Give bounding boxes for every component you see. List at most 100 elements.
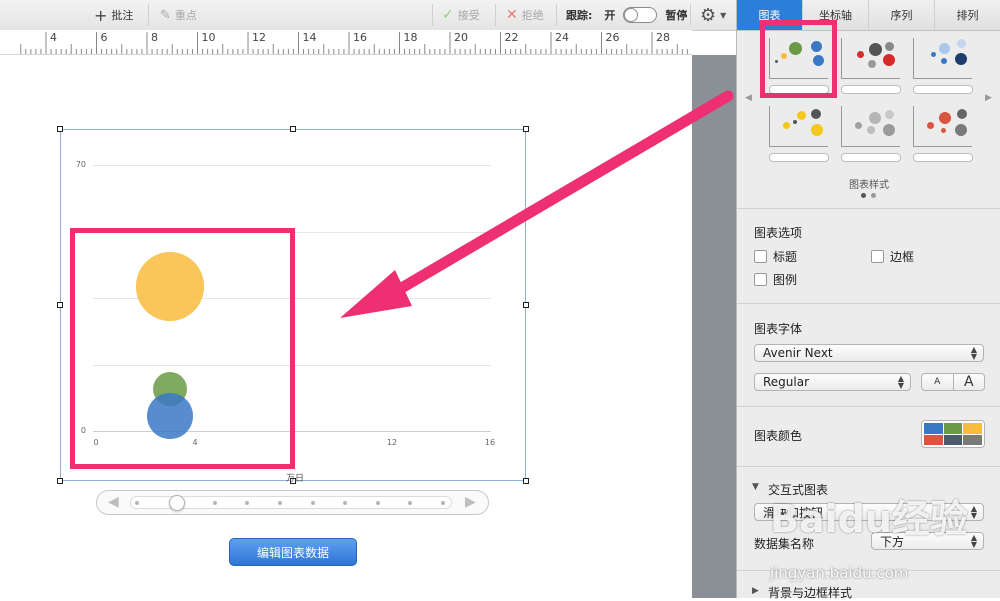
slider-step-dot[interactable]	[213, 501, 217, 505]
ruler-label: 18	[403, 31, 418, 44]
edit-chart-data-button[interactable]: 编辑图表数据	[229, 538, 357, 566]
slider-step-dot[interactable]	[135, 501, 139, 505]
slider-step-dot[interactable]	[278, 501, 282, 505]
page-indicator-dot[interactable]	[871, 193, 876, 198]
chart-options-title: 图表选项	[754, 226, 803, 240]
ruler-label: 8	[151, 31, 158, 44]
resize-handle[interactable]	[523, 302, 529, 308]
section-divider	[737, 303, 1000, 304]
legend-checkbox[interactable]: 图例	[754, 271, 797, 288]
thumbnail-slider	[841, 85, 901, 94]
toolbar-separator	[432, 4, 433, 26]
thumbnail-bubble	[868, 60, 876, 68]
section-divider	[737, 208, 1000, 209]
accept-button[interactable]: ✓ 接受	[442, 0, 480, 30]
page-indicator-dot[interactable]	[861, 193, 866, 198]
thumbnail-bubble	[885, 110, 894, 119]
font-family-select[interactable]: Avenir Next ▲ ▼	[754, 344, 984, 362]
ruler-label: 28	[656, 31, 670, 44]
chart-style-thumbnail[interactable]	[913, 106, 973, 162]
border-checkbox[interactable]: 边框	[871, 248, 914, 265]
canvas-gutter	[692, 55, 736, 598]
thumbnail-slider	[913, 153, 973, 162]
thumbnail-bubble	[885, 42, 894, 51]
gridline	[93, 165, 491, 166]
reject-button[interactable]: ✕ 拒绝	[506, 0, 544, 30]
tab-arrange[interactable]: 排列	[935, 0, 1000, 30]
thumbnail-bubble	[957, 39, 966, 48]
title-checkbox[interactable]: 标题	[754, 248, 797, 265]
horizontal-ruler: 4 6 8 10 12 14 16 18 20 22 24 26 28	[0, 30, 692, 55]
slider-step-dot[interactable]	[441, 501, 445, 505]
decrease-font-size-button[interactable]: A	[922, 374, 954, 390]
comment-label: 批注	[111, 9, 134, 22]
font-weight-select[interactable]: Regular ▲ ▼	[754, 373, 911, 391]
select-arrows-icon: ▲ ▼	[970, 345, 977, 361]
thumbnail-slider	[841, 153, 901, 162]
thumbnail-bubble	[927, 122, 934, 129]
previous-arrow-icon[interactable]: ◀	[108, 494, 119, 510]
resize-handle[interactable]	[57, 302, 63, 308]
thumbnail-bubble	[939, 112, 951, 124]
toolbar-separator	[495, 4, 496, 26]
resize-handle[interactable]	[290, 126, 296, 132]
ruler-label: 6	[100, 31, 108, 44]
section-divider	[737, 466, 1000, 467]
settings-menu-button[interactable]: ⚙ ▼	[700, 0, 726, 30]
resize-handle[interactable]	[523, 478, 529, 484]
baidu-paw-logo-icon: Baidu经验	[770, 497, 968, 541]
thumbnail-bubble	[793, 120, 797, 124]
disclosure-triangle-icon[interactable]: ▶	[752, 586, 759, 596]
chart-font-title: 图表字体	[754, 322, 803, 336]
styles-prev-arrow-icon[interactable]: ◀	[745, 93, 752, 103]
border-checkbox-label: 边框	[890, 250, 915, 264]
chart-style-thumbnail[interactable]	[841, 38, 901, 94]
slider-step-dot[interactable]	[376, 501, 380, 505]
thumbnail-bubble	[883, 124, 895, 136]
resize-handle[interactable]	[57, 126, 63, 132]
styles-next-arrow-icon[interactable]: ▶	[985, 93, 992, 103]
chart-style-thumbnail[interactable]	[913, 38, 973, 94]
chevron-down-icon: ▼	[720, 10, 727, 20]
checkmark-icon: ✓	[442, 7, 454, 23]
watermark: Baidu经验 jingyan.baidu.com	[770, 488, 980, 588]
thumbnail-bubble	[955, 53, 967, 65]
resize-handle[interactable]	[523, 126, 529, 132]
chart-colors-swatch-button[interactable]	[921, 420, 985, 448]
x-tick-label: 12	[386, 438, 398, 447]
slider-knob[interactable]	[169, 495, 185, 511]
ruler-label: 26	[605, 31, 620, 44]
ruler-label: 16	[353, 31, 367, 44]
chart-style-thumbnail[interactable]	[769, 106, 829, 162]
disclosure-triangle-icon[interactable]: ▼	[752, 482, 759, 492]
slider-step-dot[interactable]	[408, 501, 412, 505]
highlight-label: 重点	[174, 9, 197, 22]
resize-handle[interactable]	[57, 478, 63, 484]
toolbar-separator	[556, 4, 557, 26]
tracking-label: 跟踪:	[566, 9, 593, 22]
slider-step-dot[interactable]	[311, 501, 315, 505]
gear-icon: ⚙	[700, 4, 717, 26]
watermark-url: jingyan.baidu.com	[770, 564, 909, 582]
color-swatch	[963, 423, 982, 434]
increase-font-size-button[interactable]: A	[954, 374, 985, 390]
chart-style-thumbnail[interactable]	[841, 106, 901, 162]
tracking-toggle[interactable]	[623, 7, 658, 23]
slider-step-dot[interactable]	[343, 501, 347, 505]
select-arrows-icon: ▲ ▼	[897, 374, 904, 390]
x-tick-label: 16	[484, 438, 496, 447]
thumbnail-bubble	[855, 122, 862, 129]
accept-label: 接受	[457, 9, 480, 22]
chart-styles-label: 图表样式	[849, 180, 889, 191]
highlight-button[interactable]: ✎ 重点	[160, 0, 197, 30]
ruler-label: 10	[201, 31, 216, 44]
checkbox-box	[754, 273, 767, 286]
edit-chart-data-label: 编辑图表数据	[256, 545, 329, 560]
slider-step-dot[interactable]	[245, 501, 249, 505]
comment-button[interactable]: + 批注	[94, 0, 133, 30]
next-arrow-icon[interactable]: ▶	[465, 494, 476, 510]
thumbnail-bubble	[941, 128, 946, 133]
thumbnail-bubble	[955, 124, 967, 136]
tab-series[interactable]: 序列	[869, 0, 935, 30]
annotation-highlight-box	[760, 20, 837, 98]
